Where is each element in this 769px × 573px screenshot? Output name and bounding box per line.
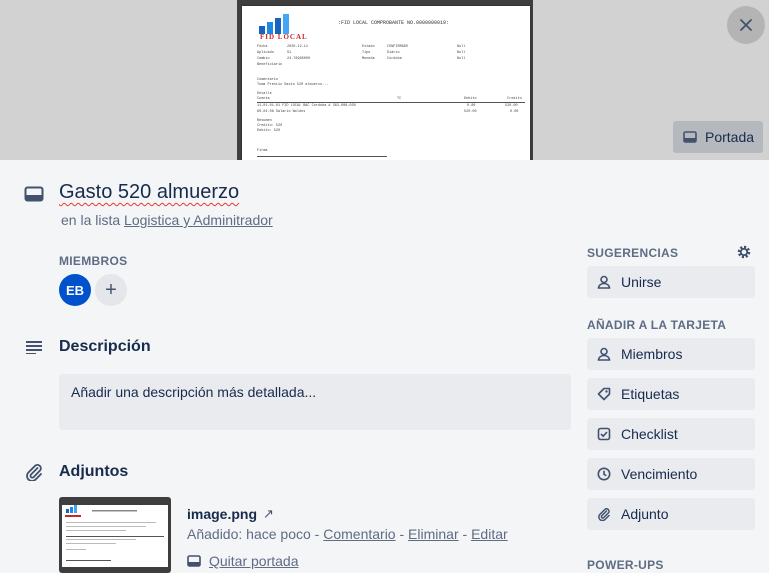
doc-flag: Null xyxy=(457,45,466,49)
doc-sign-label: Firma xyxy=(257,149,268,153)
due-date-button[interactable]: Vencimiento xyxy=(587,458,755,490)
card-title[interactable]: Gasto 520 almuerzo xyxy=(59,181,239,204)
label-icon xyxy=(597,387,611,401)
list-prefix: en la lista xyxy=(61,212,121,228)
power-ups-heading: POWER-UPS xyxy=(587,558,664,572)
attachment-edit-link[interactable]: Editar xyxy=(471,526,508,542)
card-icon xyxy=(24,184,44,204)
attachment-delete-link[interactable]: Eliminar xyxy=(408,526,459,542)
attachment-thumbnail[interactable] xyxy=(59,497,171,573)
doc-field-value: Si xyxy=(287,51,292,55)
doc-flag: Null xyxy=(457,57,466,61)
members-button[interactable]: Miembros xyxy=(587,338,755,370)
attachment-thumbnail-image xyxy=(62,505,168,567)
doc-divider xyxy=(257,102,525,103)
doc-summary-row: Credito: 520 xyxy=(257,124,283,128)
doc-field-value: Diario xyxy=(387,51,400,55)
remove-cover-link[interactable]: Quitar portada xyxy=(187,553,299,569)
doc-field-label: Estado xyxy=(362,45,375,49)
doc-detail-cell: 60-04-08 Salario Woldes xyxy=(257,110,306,114)
join-label: Unirse xyxy=(621,274,662,290)
card-title-text: Gasto 520 almuerzo xyxy=(59,181,240,203)
cover-button[interactable]: Portada xyxy=(673,121,763,153)
doc-detail-header: Cuenta xyxy=(257,97,270,101)
card-cover-icon xyxy=(187,555,201,567)
gear-icon xyxy=(737,245,751,259)
card-list-info: en la lista Logistica y Adminitrador xyxy=(61,212,273,228)
doc-detail-cell: 520.00 xyxy=(505,104,518,108)
checklist-button[interactable]: Checklist xyxy=(587,418,755,450)
add-to-card-heading: AÑADIR A LA TARJETA xyxy=(587,318,727,332)
description-heading: Descripción xyxy=(59,338,151,355)
checklist-button-label: Checklist xyxy=(621,426,678,442)
doc-summary-row: Debito: 520 xyxy=(257,129,281,133)
doc-detail-header: TC xyxy=(397,97,402,101)
doc-detail-header: Debito xyxy=(464,97,477,101)
clock-icon xyxy=(597,467,611,481)
doc-field-value: CONFIRMADO xyxy=(387,45,409,49)
cover-button-label: Portada xyxy=(705,129,755,145)
doc-field-label: Moneda xyxy=(362,57,375,61)
checklist-icon xyxy=(597,427,611,441)
document-logo-text: FID LOCAL xyxy=(260,33,308,41)
attachment-meta: Añadido: hace poco - Comentario - Elimin… xyxy=(187,526,508,542)
separator: - xyxy=(310,526,324,542)
suggestions-heading: SUGERENCIAS xyxy=(587,246,679,260)
card-cover-icon xyxy=(683,131,697,143)
paperclip-icon xyxy=(24,462,44,482)
attachment-comment-link[interactable]: Comentario xyxy=(323,526,395,542)
attachment-added: Añadido: hace poco xyxy=(187,526,311,542)
doc-detail-label: Detalle xyxy=(257,92,272,96)
doc-comment-label: Comentario xyxy=(257,78,279,82)
remove-cover-label: Quitar portada xyxy=(209,553,299,569)
cover-document-image: FID LOCAL :FID LOCAL COMPROBANTE NO.0000… xyxy=(242,6,530,160)
separator: - xyxy=(458,526,472,542)
doc-sign-line xyxy=(257,156,387,157)
attachment-button-label: Adjunto xyxy=(621,506,669,522)
doc-field-label: Fecha xyxy=(257,45,268,49)
paperclip-icon xyxy=(598,508,610,521)
doc-detail-header: Credito xyxy=(507,97,522,101)
doc-field-label: Cambio xyxy=(257,57,270,61)
document-heading: :FID LOCAL COMPROBANTE NO.0000000019: xyxy=(338,20,450,26)
doc-field-label: Tipo xyxy=(362,51,371,55)
doc-detail-cell: 520.00 xyxy=(464,110,477,114)
doc-field-value: 24.78965000 xyxy=(287,57,311,61)
labels-button[interactable]: Etiquetas xyxy=(587,378,755,410)
doc-comment-text: Toma Prestic Gasto 520 almuerzo... xyxy=(257,83,329,87)
description-icon xyxy=(24,337,44,357)
description-input[interactable]: Añadir una descripción más detallada... xyxy=(59,374,571,430)
close-button[interactable] xyxy=(727,6,765,44)
person-icon xyxy=(597,347,611,361)
doc-detail-cell: 11-01-01-01 FID LOCAL BAC Cordoba # 363-… xyxy=(257,104,356,108)
open-external-icon[interactable]: ↗ xyxy=(263,506,274,522)
doc-field-label: Aplicado xyxy=(257,51,274,55)
members-heading: MIEMBROS xyxy=(59,254,128,268)
due-date-button-label: Vencimiento xyxy=(621,466,698,482)
person-icon xyxy=(597,275,611,289)
labels-button-label: Etiquetas xyxy=(621,386,680,402)
suggestions-settings-button[interactable] xyxy=(735,243,753,261)
avatar[interactable]: EB xyxy=(59,274,91,306)
doc-field-value: 2020-12-11 xyxy=(287,45,309,49)
card-cover: FID LOCAL :FID LOCAL COMPROBANTE NO.0000… xyxy=(0,0,769,160)
plus-icon: + xyxy=(105,278,117,301)
logo-bars-icon xyxy=(259,14,289,34)
doc-field-label: Beneficiario xyxy=(257,63,283,67)
attachment-name[interactable]: image.png xyxy=(187,506,257,522)
attachments-heading: Adjuntos xyxy=(59,463,129,480)
doc-flag: Null xyxy=(457,51,466,55)
separator: - xyxy=(395,526,409,542)
join-button[interactable]: Unirse xyxy=(587,266,755,298)
add-member-button[interactable]: + xyxy=(95,274,127,306)
members-button-label: Miembros xyxy=(621,346,683,362)
close-icon xyxy=(740,19,752,31)
attachment-button[interactable]: Adjunto xyxy=(587,498,755,530)
list-link[interactable]: Logistica y Adminitrador xyxy=(124,212,273,228)
doc-detail-cell: 0.00 xyxy=(467,104,476,108)
doc-detail-cell: 0.00 xyxy=(510,110,519,114)
doc-summary-label: Resumen xyxy=(257,119,272,123)
doc-field-value: Cordoba xyxy=(387,57,402,61)
